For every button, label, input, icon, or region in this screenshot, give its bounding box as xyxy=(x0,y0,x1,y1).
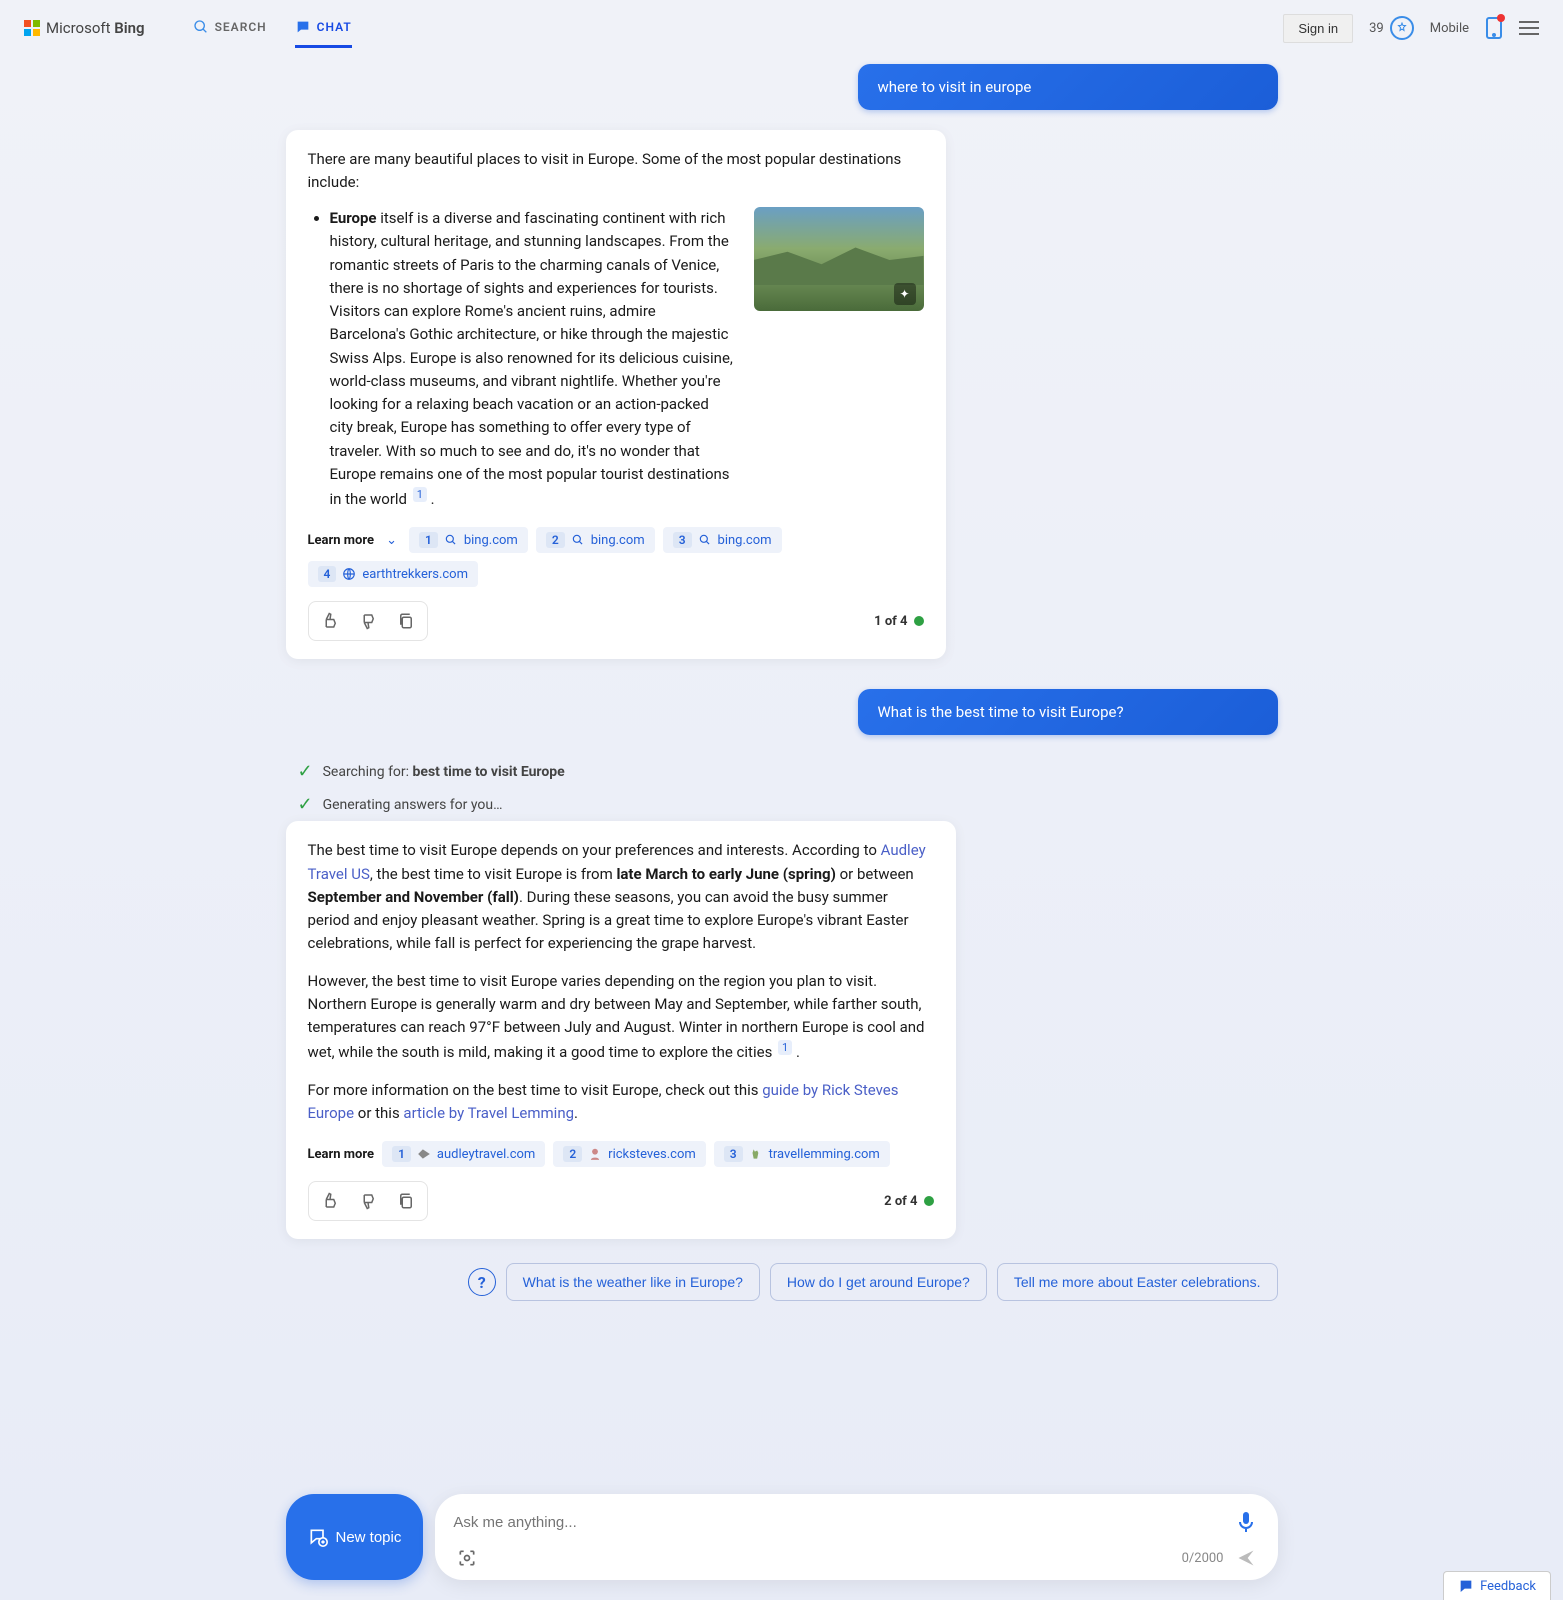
status-dot-icon xyxy=(924,1196,934,1206)
turn-counter: 1 of 4 xyxy=(874,614,923,629)
chat-icon xyxy=(295,19,311,35)
feedback-button[interactable]: Feedback xyxy=(1443,1571,1551,1600)
search-icon xyxy=(444,533,458,547)
signin-button[interactable]: Sign in xyxy=(1283,14,1353,43)
tab-chat-label: CHAT xyxy=(317,20,352,34)
favicon-icon xyxy=(749,1147,763,1161)
suggestions-help-icon[interactable]: ? xyxy=(468,1268,496,1296)
search-icon xyxy=(571,533,585,547)
suggestion-chip[interactable]: What is the weather like in Europe? xyxy=(506,1263,760,1301)
send-button[interactable] xyxy=(1232,1544,1260,1572)
hamburger-menu-icon[interactable] xyxy=(1519,20,1539,36)
source-pill[interactable]: 2ricksteves.com xyxy=(553,1141,705,1167)
learn-more-label: Learn more xyxy=(308,533,375,548)
thumbs-up-button[interactable] xyxy=(313,1186,347,1216)
tab-search-label: SEARCH xyxy=(215,20,267,34)
response-list-item: Europe itself is a diverse and fascinati… xyxy=(330,207,736,511)
new-topic-button[interactable]: New topic xyxy=(286,1494,424,1580)
brand-text: Microsoft Bing xyxy=(46,19,145,37)
status-dot-icon xyxy=(914,616,924,626)
copy-button[interactable] xyxy=(389,606,423,636)
citation-badge[interactable]: 1 xyxy=(413,487,427,502)
favicon-icon xyxy=(588,1147,602,1161)
search-icon xyxy=(698,533,712,547)
feedback-icon xyxy=(1458,1578,1474,1594)
inline-link[interactable]: article by Travel Lemming xyxy=(403,1104,574,1122)
rewards-icon xyxy=(1390,16,1414,40)
source-pill[interactable]: 4earthtrekkers.com xyxy=(308,561,479,587)
points-value: 39 xyxy=(1369,21,1384,36)
source-pill[interactable]: 1audleytravel.com xyxy=(382,1141,545,1167)
logo[interactable]: Microsoft Bing xyxy=(24,19,145,37)
learn-more-label: Learn more xyxy=(308,1147,375,1162)
mobile-app-icon[interactable] xyxy=(1485,16,1503,40)
check-icon: ✓ xyxy=(298,794,313,815)
copy-button[interactable] xyxy=(389,1186,423,1216)
notification-dot xyxy=(1497,14,1505,22)
new-topic-icon xyxy=(308,1527,328,1547)
response-intro: There are many beautiful places to visit… xyxy=(308,148,924,193)
thumbs-down-button[interactable] xyxy=(351,1186,385,1216)
image-upload-button[interactable] xyxy=(453,1544,481,1572)
bot-response-card: There are many beautiful places to visit… xyxy=(286,130,946,659)
citation-badge[interactable]: 1 xyxy=(778,1040,792,1055)
response-paragraph: The best time to visit Europe depends on… xyxy=(308,839,934,955)
status-searching: ✓ Searching for: best time to visit Euro… xyxy=(298,755,1278,788)
status-generating: ✓ Generating answers for you… xyxy=(298,788,1278,821)
char-counter: 0/2000 xyxy=(1182,1551,1224,1566)
user-message: What is the best time to visit Europe? xyxy=(858,689,1278,735)
rewards-points[interactable]: 39 xyxy=(1369,16,1414,40)
microsoft-logo-icon xyxy=(24,20,40,36)
tab-search[interactable]: SEARCH xyxy=(193,9,267,48)
new-topic-label: New topic xyxy=(336,1529,402,1546)
suggestion-chip[interactable]: Tell me more about Easter celebrations. xyxy=(997,1263,1278,1301)
globe-icon xyxy=(342,567,356,581)
source-pill[interactable]: 3bing.com xyxy=(663,527,782,553)
response-image[interactable] xyxy=(754,207,924,311)
microphone-button[interactable] xyxy=(1232,1506,1260,1538)
chat-input[interactable] xyxy=(453,1508,1231,1537)
compose-box: 0/2000 xyxy=(435,1494,1277,1580)
thumbs-down-button[interactable] xyxy=(351,606,385,636)
mobile-link[interactable]: Mobile xyxy=(1430,21,1469,36)
source-pill[interactable]: 3travellemming.com xyxy=(714,1141,890,1167)
bot-response-card: The best time to visit Europe depends on… xyxy=(286,821,956,1239)
user-message: where to visit in europe xyxy=(858,64,1278,110)
thumbs-up-button[interactable] xyxy=(313,606,347,636)
favicon-icon xyxy=(417,1147,431,1161)
turn-counter: 2 of 4 xyxy=(884,1194,933,1209)
source-pill[interactable]: 1bing.com xyxy=(409,527,528,553)
source-pill[interactable]: 2bing.com xyxy=(536,527,655,553)
expand-sources-icon[interactable]: ⌄ xyxy=(382,531,401,550)
response-paragraph: For more information on the best time to… xyxy=(308,1079,934,1126)
check-icon: ✓ xyxy=(298,761,313,782)
search-icon xyxy=(193,19,209,35)
response-paragraph: However, the best time to visit Europe v… xyxy=(308,970,934,1065)
tab-chat[interactable]: CHAT xyxy=(295,9,352,48)
suggestion-chip[interactable]: How do I get around Europe? xyxy=(770,1263,987,1301)
